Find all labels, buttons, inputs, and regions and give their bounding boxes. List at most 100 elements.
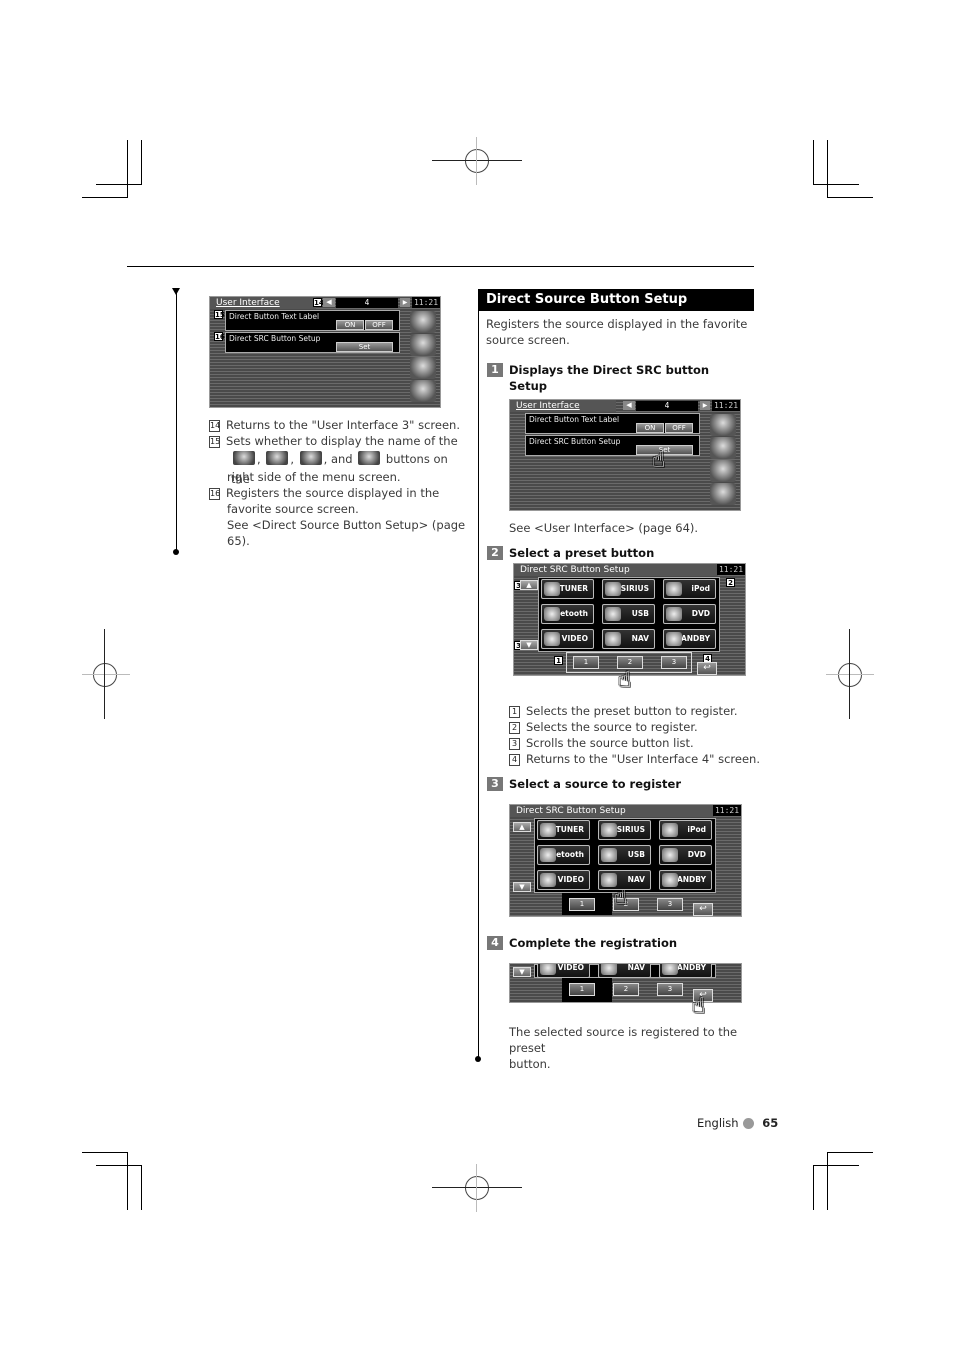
scroll-up-button[interactable]: ▲ [520, 580, 538, 590]
screen-title: User Interface [210, 297, 316, 309]
source-button-bluetooth[interactable]: Bluetooth [537, 845, 590, 865]
source-button-bluetooth[interactable]: Bluetooth [541, 604, 594, 624]
source-button-standby[interactable]: STANDBY [663, 629, 716, 649]
source-button-standby[interactable]: STANDBY [659, 964, 712, 978]
grid-menu-icon[interactable] [410, 311, 436, 333]
next-page-button[interactable]: ▶ [700, 401, 710, 410]
step-1-note[interactable]: See <User Interface> (page 64). [509, 520, 698, 536]
video-icon [540, 964, 556, 975]
preset-button-1[interactable]: 1 [569, 983, 595, 996]
speaker-icon[interactable] [410, 357, 436, 379]
source-button-ipod[interactable]: iPod [659, 820, 712, 840]
source-button-nav[interactable]: NAV [598, 870, 651, 890]
step-2-note: 4 Returns to the "User Interface 4" scree… [509, 751, 760, 767]
prev-page-button[interactable]: ◀ [323, 298, 335, 307]
grid-menu-icon [233, 451, 255, 465]
registration-line [826, 674, 874, 675]
source-button-nav[interactable]: NAV [602, 629, 655, 649]
next-page-button[interactable]: ▶ [400, 298, 410, 307]
source-button-sirius[interactable]: SIRIUS [598, 820, 651, 840]
source-button-sirius[interactable]: SIRIUS [602, 579, 655, 599]
note-line: button. [509, 1057, 551, 1071]
grid-menu-icon[interactable] [710, 414, 736, 436]
source-button-usb[interactable]: USB [598, 845, 651, 865]
preset-button-1[interactable]: 1 [569, 898, 595, 911]
bag-icon [266, 451, 289, 465]
crop-mark [141, 140, 142, 185]
source-label: USB [631, 609, 649, 618]
direct-src-button-setup-row: Direct SRC Button Setup Set [525, 435, 700, 456]
registration-line [476, 137, 477, 185]
off-button[interactable]: OFF [365, 320, 393, 330]
source-label: VIDEO [557, 963, 584, 972]
cross-reference-link[interactable]: See <Direct Source Button Setup> (page [209, 517, 469, 533]
source-button-tuner[interactable]: TUNER [541, 579, 594, 599]
tools-icon[interactable] [410, 380, 436, 402]
clock: 11:21 [412, 297, 440, 308]
marker-line [478, 311, 479, 1059]
preset-button-3[interactable]: 3 [661, 656, 687, 669]
standby-icon [666, 632, 682, 646]
speaker-icon[interactable] [710, 460, 736, 482]
dvd-icon [662, 848, 678, 862]
bag-icon[interactable] [410, 334, 436, 356]
scroll-down-button[interactable]: ▼ [520, 640, 538, 650]
source-button-tuner[interactable]: TUNER [537, 820, 590, 840]
preset-button-3[interactable]: 3 [657, 898, 683, 911]
note-14: 14 Returns to the "User Interface 3" scre… [209, 417, 469, 433]
return-icon[interactable]: ↩ [693, 903, 713, 916]
preset-button-3[interactable]: 3 [657, 983, 683, 996]
prev-page-button[interactable]: ◀ [623, 401, 635, 410]
clock: 11:21 [713, 805, 741, 816]
source-button-video[interactable]: VIDEO [541, 629, 594, 649]
scroll-down-button[interactable]: ▼ [513, 967, 531, 977]
callout-2: 2 [726, 578, 735, 587]
source-button-ipod[interactable]: iPod [663, 579, 716, 599]
source-button-usb[interactable]: USB [602, 604, 655, 624]
ipod-icon [666, 582, 682, 596]
crop-mark [813, 140, 814, 185]
crop-mark [827, 197, 873, 198]
off-button[interactable]: OFF [665, 423, 693, 433]
return-icon[interactable]: ↩ [697, 662, 717, 675]
direct-button-text-label-row: Direct Button Text Label ON OFF [525, 413, 700, 434]
source-button-standby[interactable]: STANDBY [659, 870, 712, 890]
step-2-note: 3 Scrolls the source button list. [509, 735, 760, 751]
pointing-hand-icon: ☝ [652, 448, 666, 473]
on-button[interactable]: ON [636, 423, 664, 433]
callout-16: 16 [214, 332, 225, 341]
standby-icon [662, 964, 678, 975]
source-button-video[interactable]: VIDEO [537, 963, 590, 978]
set-button[interactable]: Set [336, 342, 393, 352]
page-number: 65 [762, 1116, 779, 1130]
step-title-line: Displays the Direct SRC button Setup [509, 363, 710, 393]
scroll-down-button[interactable]: ▼ [513, 882, 531, 892]
scroll-up-button[interactable]: ▲ [513, 822, 531, 832]
note-15: 15 Sets whether to display the name of th… [209, 433, 469, 449]
note-text: Registers the source displayed in the [226, 486, 440, 500]
screen-title: Direct SRC Button Setup [510, 805, 714, 817]
nav-icon [601, 873, 617, 887]
note-text: Selects the preset button to register. [526, 704, 738, 718]
note-number: 1 [509, 706, 520, 718]
source-button-video[interactable]: VIDEO [537, 870, 590, 890]
row-label: Direct Button Text Label [229, 312, 320, 321]
left-notes: 14 Returns to the "User Interface 3" scre… [209, 417, 469, 549]
source-button-dvd[interactable]: DVD [663, 604, 716, 624]
direct-button-text-label-row: Direct Button Text Label ON OFF [225, 310, 400, 331]
preset-button-1[interactable]: 1 [573, 656, 599, 669]
registration-mark [93, 663, 117, 687]
source-button-dvd[interactable]: DVD [659, 845, 712, 865]
step-4-screen: ▼ 1 2 3 ↩ VIDEO NAV STANDBY [509, 963, 742, 1003]
row-label: Direct Button Text Label [529, 415, 620, 424]
registration-line [82, 674, 130, 675]
marker-line [176, 292, 177, 552]
tools-icon[interactable] [710, 483, 736, 505]
preset-button-2[interactable]: 2 [613, 983, 639, 996]
source-button-nav[interactable]: NAV [598, 964, 651, 978]
on-button[interactable]: ON [336, 320, 364, 330]
bag-icon[interactable] [710, 437, 736, 459]
header-rule [127, 266, 754, 267]
screen-title: User Interface [510, 400, 616, 412]
registration-line [432, 1187, 522, 1188]
